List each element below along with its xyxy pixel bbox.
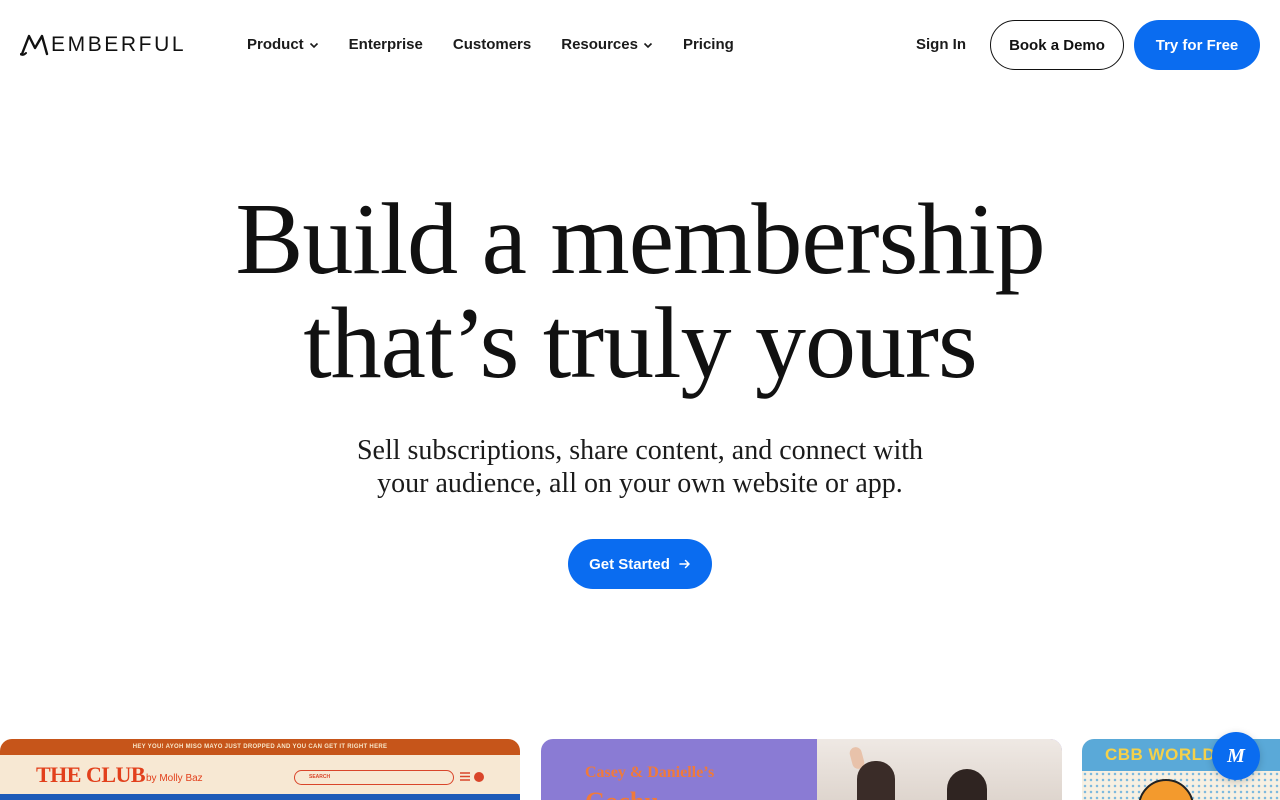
hero-title-line-1: Build a membership [235, 183, 1045, 296]
hero-subtitle-line-1: Sell subscriptions, share content, and c… [356, 435, 924, 466]
hero-title: Build a membership that’s truly yours [0, 188, 1280, 396]
card-byline: by Molly Baz [146, 773, 203, 784]
try-for-free-button[interactable]: Try for Free [1134, 20, 1260, 70]
user-icon [474, 772, 484, 782]
get-started-button[interactable]: Get Started [568, 539, 712, 589]
arrow-right-icon [679, 559, 690, 569]
nav-item-label: Enterprise [348, 36, 423, 53]
chat-launcher-button[interactable]: M [1212, 732, 1260, 780]
get-started-label: Get Started [589, 555, 670, 573]
hero-subtitle-line-2: your audience, all on your own website o… [377, 468, 903, 499]
nav-item-label: Pricing [682, 36, 734, 53]
memberful-m-logo-icon [20, 34, 49, 56]
card-photo [817, 739, 1062, 800]
card-title-line-1: Casey & Danielle’s [585, 764, 715, 781]
book-demo-button[interactable]: Book a Demo [990, 20, 1124, 70]
logo-wordmark: EMBERFUL [51, 33, 187, 56]
promo-banner: HEY YOU! AYOH MISO MAYO JUST DROPPED AND… [0, 739, 520, 755]
hero-title-line-2: that’s truly yours [303, 287, 977, 400]
nav-item-pricing[interactable]: Pricing [683, 34, 734, 56]
photo-person-2 [947, 769, 987, 800]
nav-item-label: Customers [452, 36, 532, 53]
main-nav: Product Enterprise Customers Resources P… [247, 34, 764, 56]
showcase-card-the-club[interactable]: HEY YOU! AYOH MISO MAYO JUST DROPPED AND… [0, 739, 520, 800]
sign-in-link[interactable]: Sign In [916, 34, 966, 56]
nav-item-resources[interactable]: Resources [561, 34, 653, 56]
site-header: EMBERFUL Product Enterprise Customers Re… [0, 0, 1280, 90]
nav-item-label: Resources [561, 36, 638, 53]
card-title: CBB WORLD [1105, 745, 1216, 764]
chevron-down-icon [643, 42, 653, 49]
nav-item-customers[interactable]: Customers [453, 34, 531, 56]
hero-subtitle: Sell subscriptions, share content, and c… [0, 434, 1280, 500]
memberful-chat-icon: M [1227, 745, 1245, 767]
nav-item-label: Product [247, 36, 304, 53]
showcase-card-gochu[interactable]: Casey & Danielle’s Gochu... [541, 739, 1062, 800]
menu-icon [460, 772, 470, 781]
photo-person-1 [857, 761, 895, 800]
nav-item-enterprise[interactable]: Enterprise [349, 34, 423, 56]
memberful-logo[interactable]: EMBERFUL [20, 32, 186, 58]
card-title: THE CLUB [36, 762, 146, 787]
card-nav-strip [0, 794, 520, 800]
card-title-line-2: Gochu... [585, 787, 678, 800]
chevron-down-icon [309, 42, 318, 49]
search-input: SEARCH [294, 770, 454, 785]
nav-item-product[interactable]: Product [247, 34, 319, 56]
